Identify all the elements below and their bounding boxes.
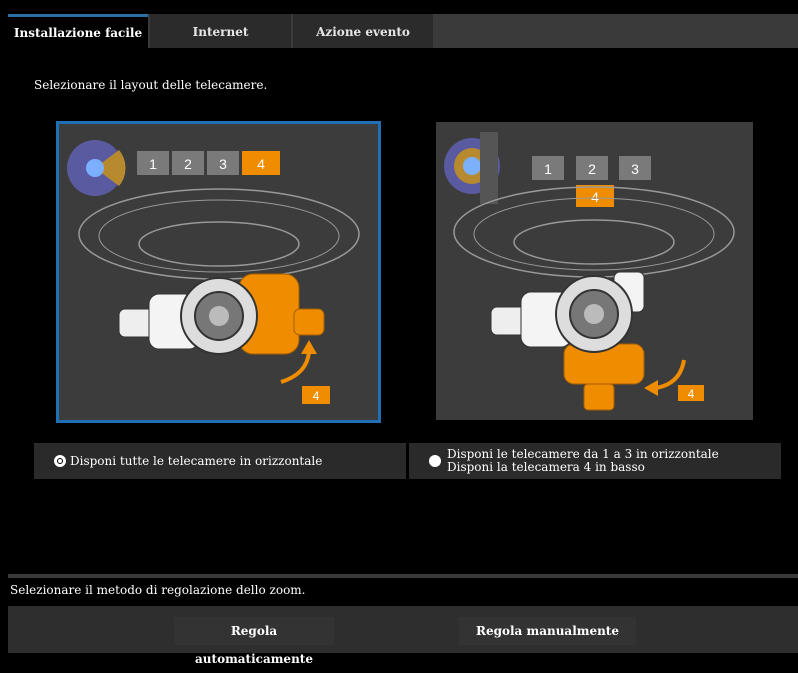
- camera-view-icon: [67, 140, 126, 196]
- layout-card-vertical[interactable]: 1 2 3 4 4: [436, 122, 753, 420]
- auto-adjust-button[interactable]: Regola automaticamente: [174, 617, 334, 666]
- camera-4-badge: 4: [688, 387, 695, 401]
- camera-illustration-vertical: 1 2 3 4 4: [444, 132, 735, 411]
- camera-view-icon: [444, 132, 500, 204]
- camera-illustration-horizontal: 1 2 3 4 4: [67, 140, 360, 404]
- tab-installazione-facile[interactable]: Installazione facile: [8, 14, 148, 48]
- camera-number-1: 1: [544, 161, 552, 177]
- layout-option-vertical-label-1: Disponi le telecamere da 1 a 3 in orizzo…: [447, 447, 719, 461]
- layout-instruction: Selezionare il layout delle telecamere.: [34, 78, 268, 92]
- camera-number-3: 3: [631, 161, 639, 177]
- camera-number-4-below: 4: [591, 189, 599, 205]
- tab-bar: Installazione facile Internet Azione eve…: [8, 14, 798, 48]
- layout-option-horizontal-label: Disponi tutte le telecamere in orizzonta…: [70, 454, 323, 468]
- layout-option-vertical[interactable]: Disponi le telecamere da 1 a 3 in orizzo…: [409, 443, 781, 479]
- layout-option-horizontal[interactable]: Disponi tutte le telecamere in orizzonta…: [34, 443, 406, 479]
- camera-number-3: 3: [219, 156, 227, 172]
- layout-card-horizontal[interactable]: 1 2 3 4 4: [56, 121, 381, 423]
- radio-vertical[interactable]: [429, 455, 441, 467]
- zoom-button-bar: [8, 606, 798, 653]
- camera-cluster: [118, 273, 325, 355]
- tab-internet[interactable]: Internet: [150, 14, 291, 48]
- layout-option-vertical-label-2: Disponi la telecamera 4 in basso: [447, 460, 645, 474]
- camera-number-2: 2: [184, 156, 192, 172]
- radio-horizontal[interactable]: [54, 455, 66, 467]
- section-divider: [8, 574, 798, 578]
- manual-adjust-button[interactable]: Regola manualmente: [459, 617, 636, 645]
- camera-4-badge: 4: [313, 389, 320, 403]
- camera-number-1: 1: [149, 156, 157, 172]
- tab-azione-evento[interactable]: Azione evento: [293, 14, 433, 48]
- camera-number-4: 4: [257, 156, 265, 172]
- camera-number-2: 2: [588, 161, 596, 177]
- camera-cluster: [490, 271, 645, 411]
- zoom-method-label: Selezionare il metodo di regolazione del…: [10, 583, 306, 597]
